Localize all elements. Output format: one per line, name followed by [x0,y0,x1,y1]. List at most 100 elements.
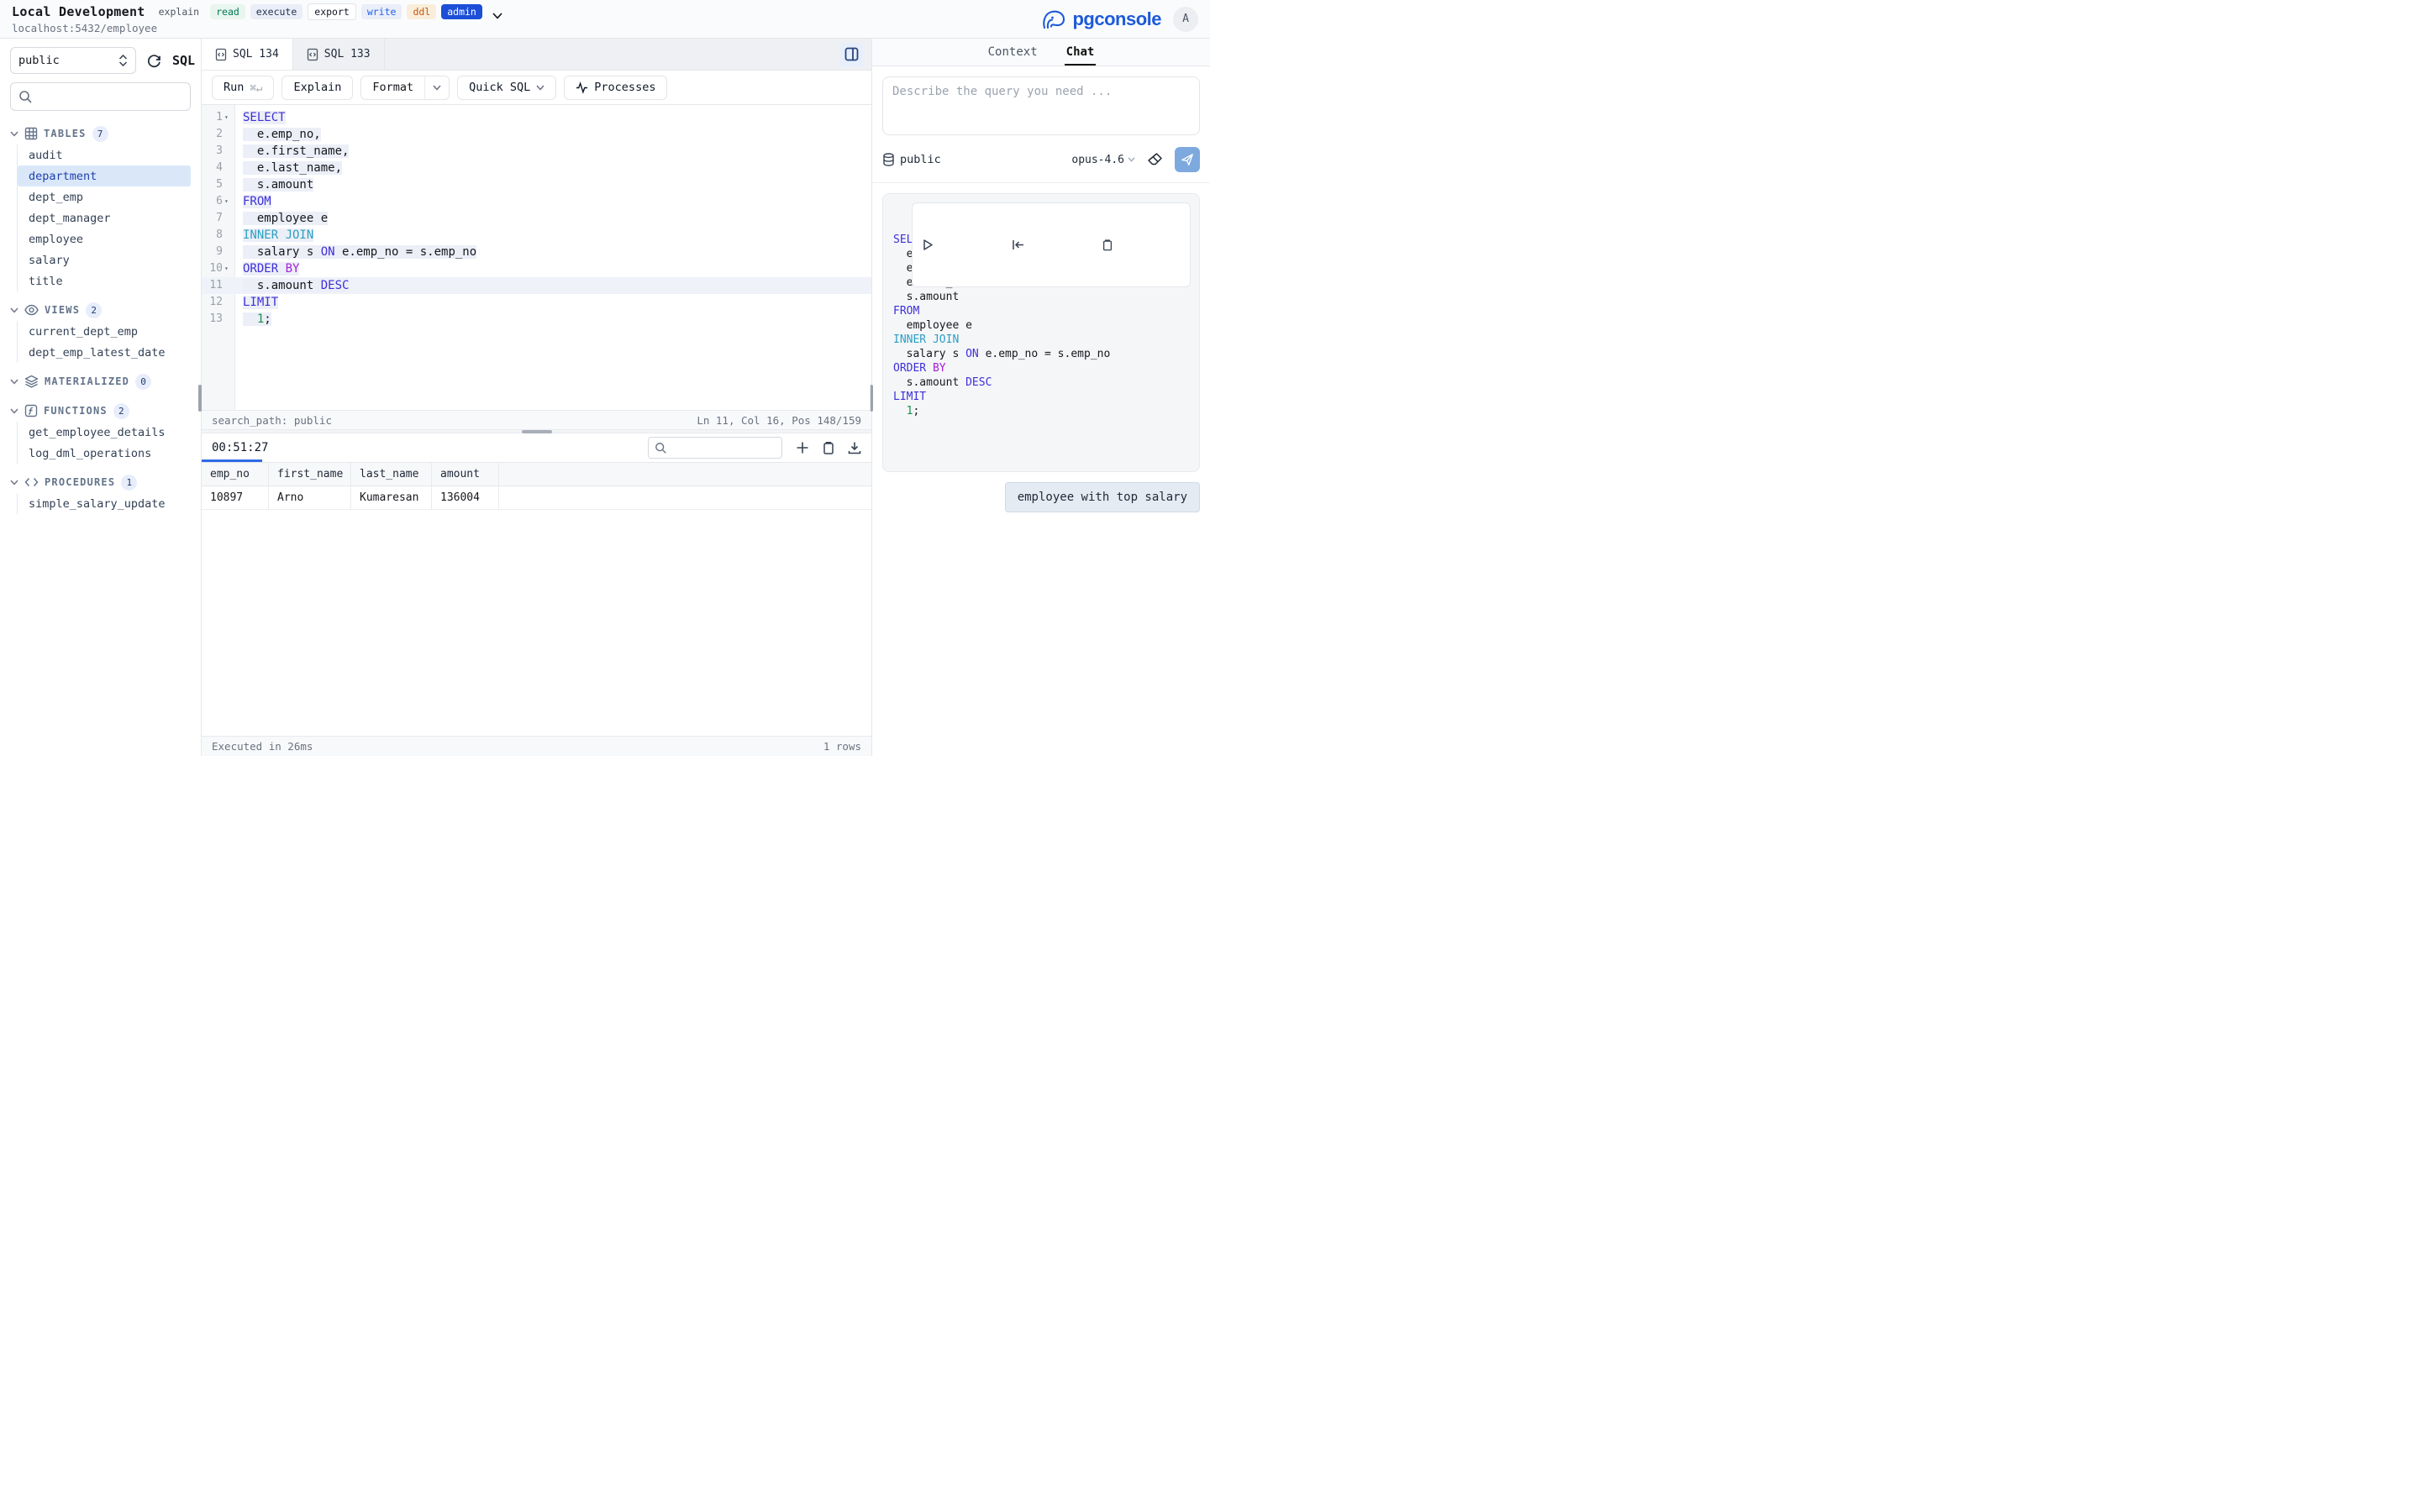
fold-arrow-icon[interactable]: ▾ [224,193,232,210]
tree-item-get_employee_details[interactable]: get_employee_details [18,422,191,443]
editor-line-2[interactable]: 2▾ e.emp_no, [202,126,871,143]
column-header-amount[interactable]: amount [432,463,499,486]
avatar[interactable]: A [1173,7,1198,32]
result-timer-tab[interactable]: 00:51:27 [212,441,268,454]
sidebar-resize-handle[interactable] [198,385,202,412]
tree-item-dept_manager[interactable]: dept_manager [18,207,191,228]
tree-item-dept_emp_latest_date[interactable]: dept_emp_latest_date [18,342,191,363]
table-cell-emp_no[interactable]: 10897 [202,486,269,509]
fold-arrow-icon[interactable]: ▾ [224,260,232,277]
fold-arrow-icon[interactable]: ▾ [224,109,232,126]
chevron-down-icon[interactable] [492,13,502,19]
editor-line-5[interactable]: 5▾ s.amount [202,176,871,193]
copy-icon[interactable] [1102,210,1181,280]
chat-schema-context[interactable]: public [882,153,941,166]
chevron-down-icon [10,131,18,137]
app-header: Local Development explainreadexecuteexpo… [0,0,1210,39]
editor-tab-sql-134[interactable]: SQL 134 [202,39,293,70]
editor-line-7[interactable]: 7▾ employee e [202,210,871,227]
tree-item-title[interactable]: title [18,270,191,291]
tree-item-salary[interactable]: salary [18,249,191,270]
tree-section-header-tables[interactable]: TABLES7 [10,123,191,144]
add-result-tab-button[interactable] [796,441,809,454]
editor-line-8[interactable]: 8▾INNER JOIN [202,227,871,244]
run-query-icon[interactable] [922,210,1001,280]
panel-resize-handle[interactable] [870,385,873,412]
sidebar-search-input[interactable] [10,82,191,111]
tree-item-employee[interactable]: employee [18,228,191,249]
tree-item-audit[interactable]: audit [18,144,191,165]
table-cell-first_name[interactable]: Arno [269,486,351,509]
column-header-last_name[interactable]: last_name [351,463,432,486]
line-content: s.amount DESC [235,277,349,294]
column-header-first_name[interactable]: first_name [269,463,351,486]
run-button[interactable]: Run ⌘↵ [212,76,274,100]
explain-button[interactable]: Explain [281,76,353,100]
tree-item-department[interactable]: department [18,165,191,186]
object-tree: TABLES7auditdepartmentdept_empdept_manag… [10,123,191,514]
tree-item-dept_emp[interactable]: dept_emp [18,186,191,207]
connection-host: localhost:5432/employee [12,22,502,34]
editor-line-3[interactable]: 3▾ e.first_name, [202,143,871,160]
split-view-button[interactable] [839,43,863,66]
table-row[interactable]: 10897ArnoKumaresan136004 [202,486,871,510]
permission-badge-export: export [308,3,356,20]
permission-badge-admin: admin [441,4,482,19]
clear-chat-button[interactable] [1147,152,1163,167]
chat-code-line-13: 1; [893,404,1189,418]
line-content: ORDER BY [235,260,299,277]
sql-mode-label[interactable]: SQL [172,53,195,68]
editor-line-1[interactable]: 1▾SELECT [202,109,871,126]
tree-section-views: VIEWS2current_dept_empdept_emp_latest_da… [10,299,191,363]
sql-file-icon [307,48,318,61]
refresh-icon[interactable] [146,53,162,69]
chat-input-section: public opus-4.6 [872,66,1210,183]
sql-editor[interactable]: 1▾SELECT2▾ e.emp_no,3▾ e.first_name,4▾ e… [202,105,871,410]
line-number: 7▾ [202,210,235,227]
line-content: e.emp_no, [235,126,321,143]
line-number: 12▾ [202,294,235,311]
line-content: salary s ON e.emp_no = s.emp_no [235,244,476,260]
download-results-button[interactable] [848,441,861,454]
quick-sql-button[interactable]: Quick SQL [457,76,556,100]
tree-item-current_dept_emp[interactable]: current_dept_emp [18,321,191,342]
tree-section-header-views[interactable]: VIEWS2 [10,299,191,321]
editor-line-6[interactable]: 6▾FROM [202,193,871,210]
tree-section-header-procedures[interactable]: PROCEDURES1 [10,471,191,493]
editor-line-9[interactable]: 9▾ salary s ON e.emp_no = s.emp_no [202,244,871,260]
results-search-input[interactable] [648,437,782,459]
line-content: s.amount [235,176,313,193]
editor-tab-sql-133[interactable]: SQL 133 [293,39,385,70]
tree-section-header-materialized[interactable]: MATERIALIZED0 [10,370,191,392]
table-cell-last_name[interactable]: Kumaresan [351,486,432,509]
editor-line-10[interactable]: 10▾ORDER BY [202,260,871,277]
eye-icon [24,304,39,316]
editor-line-13[interactable]: 13▾ 1; [202,311,871,328]
processes-button[interactable]: Processes [564,76,667,100]
insert-into-editor-icon[interactable] [1012,210,1091,280]
assistant-tabs: Context Chat [872,39,1210,66]
tree-section-header-functions[interactable]: FUNCTIONS2 [10,400,191,422]
tree-item-log_dml_operations[interactable]: log_dml_operations [18,443,191,464]
model-select[interactable]: opus-4.6 [1071,154,1135,166]
tab-chat[interactable]: Chat [1065,39,1097,66]
format-dropdown-button[interactable] [424,76,449,99]
line-number: 9▾ [202,244,235,260]
table-cell-amount[interactable]: 136004 [432,486,499,509]
editor-line-4[interactable]: 4▾ e.last_name, [202,160,871,176]
editor-line-11[interactable]: 11▾ s.amount DESC [202,277,871,294]
tree-item-simple_salary_update[interactable]: simple_salary_update [18,493,191,514]
chevron-down-icon [1128,157,1135,162]
copy-results-button[interactable] [822,441,835,454]
tab-context[interactable]: Context [986,39,1039,66]
send-button[interactable] [1175,147,1200,172]
chat-prompt-input[interactable] [882,76,1200,135]
line-number: 13▾ [202,311,235,328]
format-button[interactable]: Format [361,76,424,99]
column-header-filler [499,463,871,486]
chat-code-line-6: FROM [893,304,1189,318]
schema-select[interactable]: public [10,47,136,74]
editor-line-12[interactable]: 12▾LIMIT [202,294,871,311]
column-header-emp_no[interactable]: emp_no [202,463,269,486]
schema-sidebar: public SQL TABLES7auditdepartmentdept_em… [0,39,202,756]
